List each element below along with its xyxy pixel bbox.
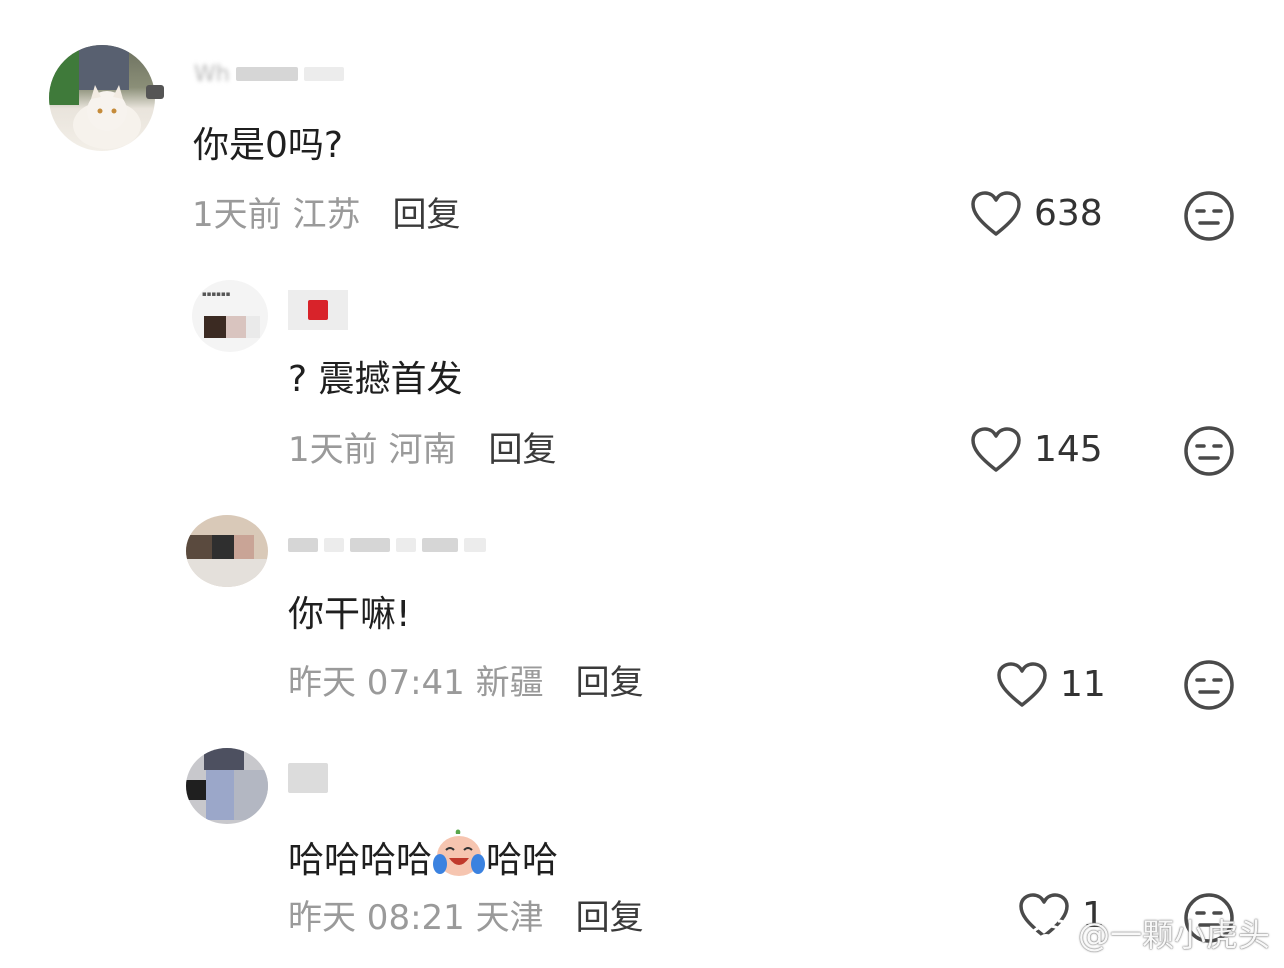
comment-meta: 1天前 江苏 回复	[192, 193, 460, 237]
comment-item: Wh 你是0吗? 1天前 江苏 回复 638	[0, 0, 1284, 250]
reply-item: ▪▪▪▪▪▪ ? 震撼首发 1天前 河南 回复 145	[0, 270, 1284, 500]
reply-button[interactable]: 回复	[576, 896, 644, 940]
comment-meta: 1天前 河南 回复	[288, 428, 556, 472]
like-count: 638	[1034, 193, 1103, 234]
avatar[interactable]	[186, 748, 268, 824]
username[interactable]: Wh	[194, 56, 344, 92]
reply-item: 你干嘛! 昨天 07:41 新疆 回复 11	[0, 505, 1284, 735]
timestamp-location: 昨天 08:21 天津	[288, 898, 544, 938]
reply-button[interactable]: 回复	[576, 661, 644, 705]
heart-outline-icon	[971, 191, 1021, 236]
avatar[interactable]	[49, 45, 155, 151]
timestamp-location: 1天前 江苏	[192, 195, 361, 235]
username[interactable]	[288, 760, 328, 796]
watermark: @一颗小虎头	[1028, 910, 1270, 956]
badge-icon	[146, 85, 164, 99]
like-count: 11	[1060, 664, 1106, 705]
weibo-logo-icon	[1029, 919, 1070, 950]
username[interactable]	[288, 290, 348, 330]
reply-button[interactable]: 回复	[392, 193, 460, 237]
avatar[interactable]: ▪▪▪▪▪▪	[192, 280, 268, 352]
reply-button[interactable]: 回复	[488, 428, 556, 472]
like-button[interactable]: 145	[970, 426, 1103, 474]
like-button[interactable]: 638	[970, 190, 1103, 238]
username[interactable]	[288, 527, 486, 563]
comment-text: 你是0吗?	[193, 125, 344, 166]
crying-laughing-emoji-icon	[433, 829, 486, 876]
comment-meta: 昨天 07:41 新疆 回复	[288, 661, 644, 705]
neutral-face-icon[interactable]	[1183, 659, 1235, 711]
comment-text: ? 震撼首发	[288, 359, 463, 400]
like-button[interactable]: 11	[996, 661, 1106, 709]
cat-icon	[49, 45, 141, 149]
timestamp-location: 昨天 07:41 新疆	[288, 663, 544, 703]
like-count: 145	[1034, 429, 1103, 470]
comment-text: 你干嘛!	[288, 594, 411, 635]
neutral-face-icon[interactable]	[1183, 190, 1235, 242]
timestamp-location: 1天前 河南	[288, 430, 457, 470]
comment-meta: 昨天 08:21 天津 回复	[288, 896, 644, 940]
avatar[interactable]	[186, 515, 268, 587]
heart-outline-icon	[971, 427, 1021, 472]
comment-text: 哈哈哈哈 哈哈	[288, 828, 558, 883]
neutral-face-icon[interactable]	[1183, 425, 1235, 477]
heart-outline-icon	[997, 662, 1047, 707]
